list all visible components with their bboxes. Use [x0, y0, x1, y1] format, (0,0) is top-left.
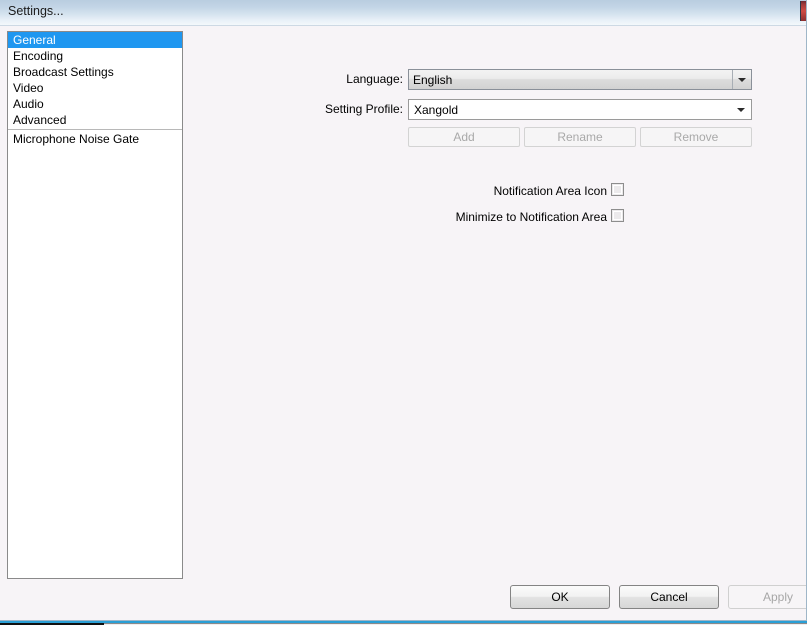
setting-profile-label: Setting Profile:: [324, 102, 403, 116]
sidebar-separator: [8, 129, 182, 130]
add-profile-button[interactable]: Add: [408, 127, 520, 147]
rename-profile-button[interactable]: Rename: [524, 127, 636, 147]
minimize-to-notification-area-row: Minimize to Notification Area: [183, 209, 806, 225]
background-window-strip: [0, 621, 807, 625]
sidebar-item-microphone-noise-gate[interactable]: Microphone Noise Gate: [8, 131, 182, 147]
dialog-button-bar: OK Cancel Apply: [183, 585, 806, 615]
sidebar-item-advanced[interactable]: Advanced: [8, 112, 182, 128]
setting-profile-select[interactable]: Xangold: [408, 99, 752, 120]
close-icon[interactable]: [800, 1, 806, 21]
chevron-down-icon[interactable]: [732, 100, 749, 119]
title-bar[interactable]: Settings...: [0, 0, 806, 26]
notification-area-icon-checkbox[interactable]: [611, 183, 624, 196]
chevron-down-icon[interactable]: [732, 70, 751, 89]
profile-action-buttons: Add Rename Remove: [408, 127, 752, 147]
remove-profile-button[interactable]: Remove: [640, 127, 752, 147]
sidebar-item-audio[interactable]: Audio: [8, 96, 182, 112]
language-select[interactable]: English: [408, 69, 752, 90]
sidebar-item-broadcast-settings[interactable]: Broadcast Settings: [8, 64, 182, 80]
window-title: Settings...: [8, 4, 64, 18]
minimize-to-notification-area-label: Minimize to Notification Area: [455, 210, 607, 224]
sidebar-item-general[interactable]: General: [8, 32, 182, 48]
apply-button[interactable]: Apply: [728, 585, 806, 609]
language-label: Language:: [346, 72, 403, 86]
setting-profile-row: Setting Profile: Xangold: [183, 99, 806, 121]
ok-button[interactable]: OK: [510, 585, 610, 609]
minimize-to-notification-area-checkbox[interactable]: [611, 209, 624, 222]
notification-area-icon-label: Notification Area Icon: [493, 184, 607, 198]
sidebar-item-encoding[interactable]: Encoding: [8, 48, 182, 64]
cancel-button[interactable]: Cancel: [619, 585, 719, 609]
language-row: Language: English: [183, 69, 806, 91]
setting-profile-selected-value: Xangold: [414, 103, 459, 117]
language-selected-value: English: [413, 73, 453, 87]
settings-category-list[interactable]: General Encoding Broadcast Settings Vide…: [7, 31, 183, 579]
general-settings-panel: Language: English Setting Profile: Xango…: [183, 27, 806, 620]
sidebar-item-video[interactable]: Video: [8, 80, 182, 96]
notification-area-icon-row: Notification Area Icon: [183, 183, 806, 199]
settings-dialog-window: Settings... General Encoding Broadcast S…: [0, 0, 807, 621]
